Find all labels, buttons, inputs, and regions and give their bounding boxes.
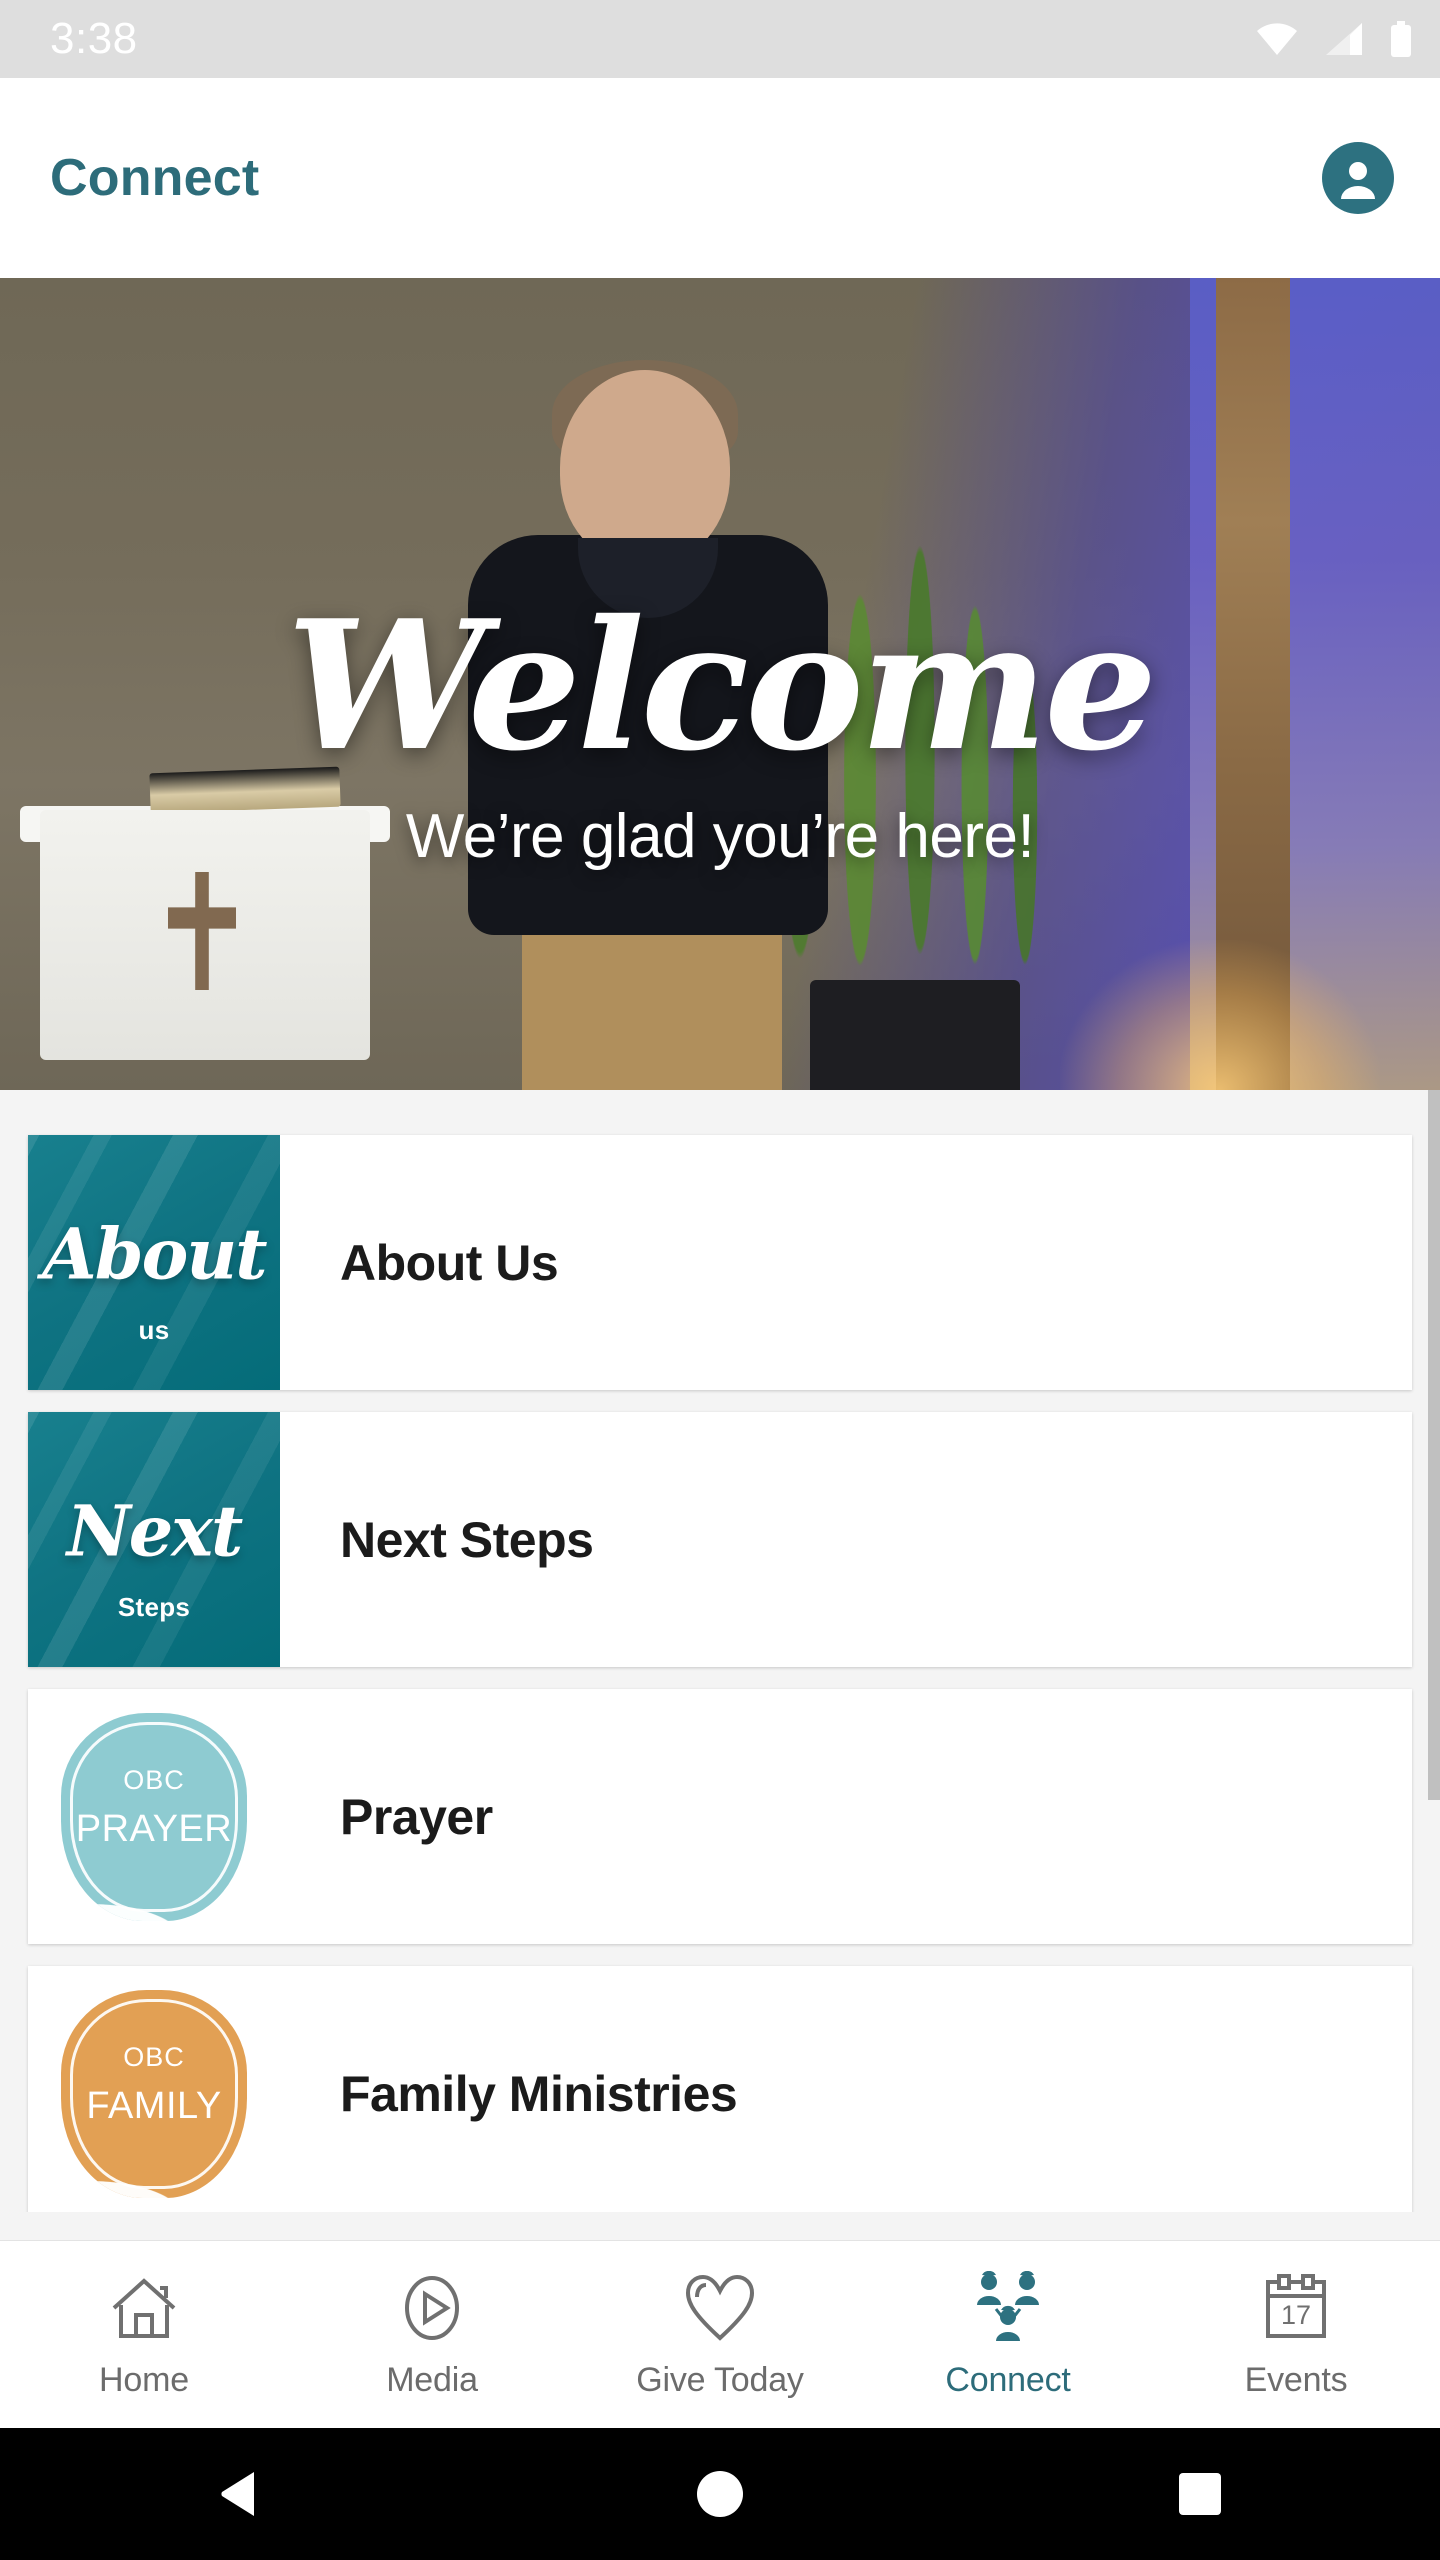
status-bar: 3:38 bbox=[0, 0, 1440, 78]
badge-top-text: OBC bbox=[123, 1764, 185, 1795]
tab-label: Connect bbox=[945, 2361, 1071, 2399]
hero-subtitle: We’re glad you’re here! bbox=[405, 801, 1035, 871]
people-group-icon bbox=[970, 2269, 1046, 2347]
list-item[interactable]: OBC FAMILY Family Ministries bbox=[28, 1966, 1412, 2212]
app-bar: Connect bbox=[0, 78, 1440, 278]
cellular-signal-icon bbox=[1326, 23, 1362, 55]
tab-label: Events bbox=[1244, 2361, 1348, 2399]
thumbnail-sub-text: Steps bbox=[117, 1591, 191, 1622]
play-circle-icon bbox=[396, 2269, 468, 2347]
tab-connect[interactable]: Connect bbox=[864, 2269, 1152, 2400]
tab-media[interactable]: Media bbox=[288, 2269, 576, 2400]
thumbnail-script-text: Next bbox=[66, 1489, 244, 1573]
status-icons bbox=[1256, 21, 1412, 57]
android-nav-bar bbox=[0, 2428, 1440, 2560]
list-item-thumbnail: OBC FAMILY bbox=[28, 1966, 280, 2212]
heart-icon bbox=[682, 2269, 758, 2347]
connect-list: About us About Us Next Steps Next Steps bbox=[0, 1090, 1440, 2212]
page-title: Connect bbox=[50, 149, 260, 207]
square-icon bbox=[1179, 2473, 1221, 2515]
tab-home[interactable]: Home bbox=[0, 2269, 288, 2400]
list-item-label: Next Steps bbox=[340, 1511, 594, 1568]
tab-label: Give Today bbox=[636, 2361, 804, 2399]
tab-give-today[interactable]: Give Today bbox=[576, 2269, 864, 2400]
obc-seal-badge: OBC FAMILY bbox=[61, 1989, 247, 2198]
back-button[interactable] bbox=[180, 2428, 300, 2560]
list-item[interactable]: Next Steps Next Steps bbox=[28, 1412, 1412, 1667]
account-avatar-button[interactable] bbox=[1322, 142, 1394, 214]
list-item-thumbnail: About us bbox=[28, 1135, 280, 1390]
obc-seal-badge: OBC PRAYER bbox=[61, 1712, 247, 1921]
home-icon bbox=[108, 2269, 180, 2347]
tab-events[interactable]: 17 Events bbox=[1152, 2269, 1440, 2400]
thumbnail-script-text: About bbox=[42, 1212, 267, 1296]
status-time: 3:38 bbox=[50, 14, 138, 63]
hero-title: Welcome bbox=[286, 580, 1158, 790]
app-screen: 3:38 Connect Welcome We’re glad you’re h… bbox=[0, 0, 1440, 2560]
tab-label: Media bbox=[386, 2361, 478, 2399]
thumbnail-sub-text: us bbox=[138, 1314, 170, 1345]
battery-icon bbox=[1391, 21, 1411, 57]
list-item[interactable]: OBC PRAYER Prayer bbox=[28, 1689, 1412, 1944]
list-item-label: Family Ministries bbox=[340, 2065, 738, 2122]
badge-wave-icon bbox=[61, 2119, 247, 2198]
account-avatar-icon bbox=[1341, 162, 1375, 199]
recents-button[interactable] bbox=[1140, 2428, 1260, 2560]
badge-wave-icon bbox=[61, 1842, 247, 1921]
scrollbar-thumb[interactable] bbox=[1428, 1090, 1440, 1800]
list-item[interactable]: About us About Us bbox=[28, 1135, 1412, 1390]
list-item-thumbnail: OBC PRAYER bbox=[28, 1689, 280, 1944]
home-button[interactable] bbox=[660, 2428, 780, 2560]
hero-text-overlay: Welcome We’re glad you’re here! bbox=[0, 278, 1440, 1090]
list-item-label: About Us bbox=[340, 1234, 559, 1291]
hero-banner[interactable]: Welcome We’re glad you’re here! bbox=[0, 278, 1440, 1090]
bottom-tab-bar: Home Media Give Today Connect 17 Events bbox=[0, 2240, 1440, 2428]
tab-label: Home bbox=[99, 2361, 189, 2399]
circle-icon bbox=[697, 2471, 743, 2517]
triangle-left-icon bbox=[221, 2472, 254, 2516]
list-item-label: Prayer bbox=[340, 1788, 493, 1845]
list-item-thumbnail: Next Steps bbox=[28, 1412, 280, 1667]
calendar-icon: 17 bbox=[1260, 2269, 1332, 2347]
wifi-icon bbox=[1257, 23, 1297, 55]
badge-top-text: OBC bbox=[123, 2041, 185, 2072]
calendar-day-number: 17 bbox=[1281, 2300, 1311, 2330]
